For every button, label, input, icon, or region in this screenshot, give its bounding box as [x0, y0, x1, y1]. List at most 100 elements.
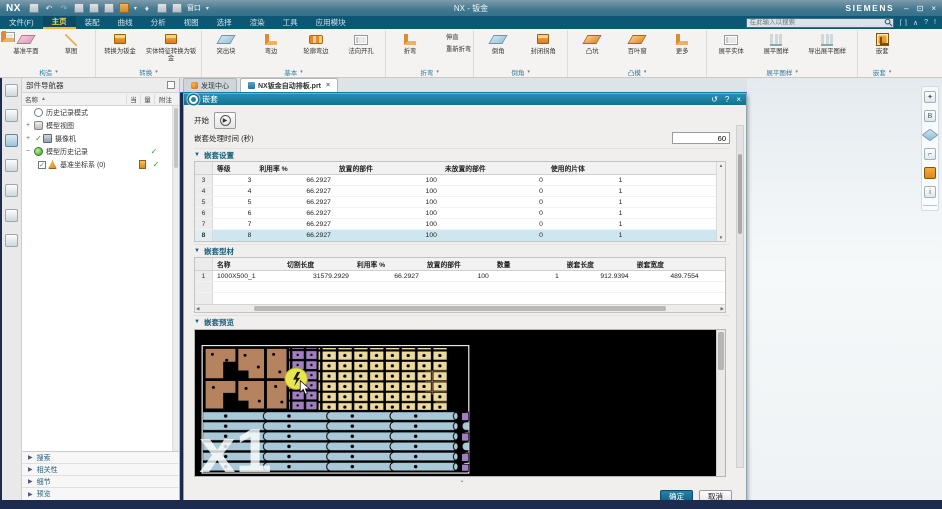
section-nesting-preview[interactable]: ▼嵌套预览	[194, 315, 730, 328]
col-placed[interactable]: 放置的部件	[335, 163, 441, 173]
report-icon[interactable]: B	[924, 110, 936, 122]
minimize-button[interactable]: –	[904, 4, 908, 13]
results-row[interactable]: 7 7 66.2927 100 0 1	[195, 219, 725, 230]
tab-active-part[interactable]: NX钣金自动排板.prt ×	[240, 78, 338, 92]
nesting-preview-canvas[interactable]: x1	[194, 329, 726, 477]
results-row[interactable]: 3 3 66.2927 100 0 1	[195, 175, 725, 186]
panel-pin-icon[interactable]	[167, 81, 175, 89]
sort-ascending-icon[interactable]: ▲	[41, 96, 46, 102]
undo-icon[interactable]: ↶	[44, 3, 54, 13]
microphone-icon[interactable]: ♦	[142, 3, 152, 13]
nesting-tool-icon[interactable]	[924, 167, 936, 179]
group-label-bend[interactable]: 折弯▾	[388, 67, 471, 77]
menu-tab-home[interactable]: 主页	[43, 16, 76, 29]
sparkle-icon[interactable]: ✦	[924, 91, 936, 103]
save-icon[interactable]	[29, 3, 39, 13]
redo-icon[interactable]: ↷	[59, 3, 69, 13]
menu-tab-tools[interactable]: 工具	[274, 16, 307, 29]
menu-tab-render[interactable]: 渲染	[241, 16, 274, 29]
col-name[interactable]: 名称	[25, 94, 38, 104]
navigator-scrollbar[interactable]	[172, 106, 179, 451]
section-preview[interactable]: ▶预览	[22, 488, 179, 500]
dropdown-caret-icon[interactable]: ▾	[134, 5, 137, 12]
col-current[interactable]: 当	[126, 94, 140, 104]
expand-icon[interactable]: +	[26, 122, 34, 129]
group-label-flat-pattern[interactable]: 展平图样▾	[709, 67, 855, 77]
bend-button[interactable]: 折弯	[388, 31, 432, 55]
tree-row-model-views[interactable]: + 模型视图	[22, 119, 179, 132]
window-menu-label[interactable]: 窗口	[187, 3, 201, 13]
contour-flange-button[interactable]: 轮廓弯边	[294, 31, 338, 55]
col-sheets-used[interactable]: 使用的片体	[547, 163, 627, 173]
sheet-icon[interactable]	[922, 129, 939, 142]
dialog-scrollbar[interactable]	[736, 125, 744, 468]
paste-icon[interactable]	[104, 3, 114, 13]
web-browser-icon[interactable]	[5, 184, 18, 197]
col-comment[interactable]: 附注	[154, 94, 176, 104]
dialog-more-arrow[interactable]: ⌄	[194, 477, 730, 486]
graphics-window[interactable]: ✦ B ⌐ i	[747, 78, 942, 500]
history-palette-icon[interactable]	[5, 209, 18, 222]
closed-corner-button[interactable]: 封闭拐角	[521, 31, 565, 55]
profiles-row[interactable]: 1 1000X500_1 31579.2929 66.2927 100 1 91…	[195, 271, 725, 282]
section-search[interactable]: ▶搜索	[22, 452, 179, 464]
dialog-close-icon[interactable]: ×	[736, 95, 741, 104]
dialog-reset-icon[interactable]: ↺	[711, 95, 718, 104]
processing-time-input[interactable]	[672, 132, 730, 144]
flat-solid-button[interactable]: 展平实体	[709, 31, 753, 55]
section-details[interactable]: ▶细节	[22, 476, 179, 488]
section-dependencies[interactable]: ▶相关性	[22, 464, 179, 476]
tree-row-model-history[interactable]: − 模型历史记录 ✓	[22, 145, 179, 158]
nesting-button[interactable]: 嵌套	[860, 31, 904, 55]
cut-icon[interactable]	[74, 3, 84, 13]
group-label-construction[interactable]: 构造▾	[4, 67, 93, 77]
section-nesting-results[interactable]: ▼嵌套设置	[194, 148, 730, 161]
menu-tab-view[interactable]: 视图	[175, 16, 208, 29]
louver-button[interactable]: 百叶窗	[615, 31, 659, 55]
collapse-icon[interactable]: −	[26, 148, 34, 155]
chart-icon[interactable]: ⌐	[924, 148, 936, 160]
col-name[interactable]: 名称	[213, 259, 283, 269]
restore-button[interactable]: ⊡	[917, 4, 924, 13]
group-label-nesting[interactable]: 嵌套▾	[860, 67, 904, 77]
sketch-button[interactable]: 草图	[49, 31, 93, 55]
constraint-navigator-icon[interactable]	[5, 109, 18, 122]
col-utilization[interactable]: 利用率 %	[255, 163, 335, 173]
fullscreen-icon[interactable]: ⌈ ⌉	[900, 19, 907, 27]
results-row[interactable]: 6 6 66.2927 100 0 1	[195, 208, 725, 219]
command-search-box[interactable]	[746, 18, 894, 28]
window-switch-icon[interactable]	[172, 3, 182, 13]
results-row[interactable]: 4 4 66.2927 100 0 1	[195, 186, 725, 197]
command-finder-icon[interactable]	[119, 3, 129, 13]
solid-to-sheetmetal-button[interactable]: 实体特征转换为钣金	[143, 31, 199, 62]
tree-row-history-mode[interactable]: 历史记录模式	[22, 106, 179, 119]
group-label-corner[interactable]: 倒角▾	[476, 67, 565, 77]
dialog-help-icon[interactable]: ?	[725, 95, 729, 104]
tab-button[interactable]: 突出块	[204, 31, 248, 55]
normal-cutout-button[interactable]: 法向开孔	[339, 31, 383, 55]
tree-row-cameras[interactable]: +✓ 摄像机	[22, 132, 179, 145]
export-flat-pattern-button[interactable]: 导出展平图样	[799, 31, 855, 55]
section-nesting-profiles[interactable]: ▼嵌套型材	[194, 244, 730, 257]
more-button[interactable]: 更多	[660, 31, 704, 55]
help-icon[interactable]: ?	[924, 19, 928, 26]
col-nest-width[interactable]: 嵌套宽度	[633, 259, 703, 269]
menu-tab-curve[interactable]: 曲线	[109, 16, 142, 29]
results-scrollbar[interactable]: ▲▼	[716, 162, 725, 241]
dimple-button[interactable]: 凸坑	[570, 31, 614, 55]
col-unplaced[interactable]: 未放置的部件	[441, 163, 547, 173]
touch-mode-icon[interactable]	[157, 3, 167, 13]
checkbox-icon[interactable]: ✓	[38, 161, 46, 169]
window-menu-caret-icon[interactable]: ▾	[206, 5, 209, 12]
roles-icon[interactable]	[5, 234, 18, 247]
menu-tab-analysis[interactable]: 分析	[142, 16, 175, 29]
col-placed[interactable]: 放置的部件	[423, 259, 493, 269]
col-quantity[interactable]: 量	[140, 94, 154, 104]
close-button[interactable]: ×	[931, 4, 936, 13]
search-icon[interactable]	[884, 18, 893, 27]
rebend-button[interactable]: 重新折弯	[433, 43, 471, 54]
col-utilization[interactable]: 利用率 %	[353, 259, 423, 269]
preview-scrollbar[interactable]	[716, 330, 725, 476]
chamfer-button[interactable]: 倒角	[476, 31, 520, 55]
expand-icon[interactable]: +	[26, 135, 34, 142]
